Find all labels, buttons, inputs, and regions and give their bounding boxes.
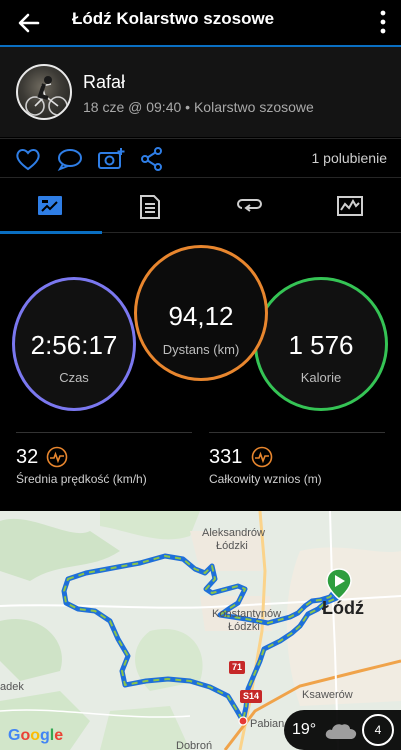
tab-stats[interactable] [0, 179, 100, 233]
divider [209, 432, 385, 433]
finish-marker[interactable] [238, 716, 248, 726]
add-photo-icon[interactable] [97, 146, 125, 172]
cyclist-photo [25, 76, 68, 116]
road-badge-s14: S14 [240, 690, 263, 703]
map-label-dobron: Dobroń [176, 740, 213, 750]
time-stat-circle: 2:56:17 Czas [12, 277, 136, 411]
back-arrow-icon[interactable] [14, 8, 44, 38]
social-actions-bar: 1 polubienie [0, 138, 401, 178]
pulse-icon [46, 446, 68, 468]
map-label-aleksandrow-2: Łódzki [216, 540, 248, 552]
calories-value: 1 576 [288, 330, 354, 360]
user-name[interactable]: Rafał [83, 72, 125, 93]
tab-details[interactable] [100, 179, 200, 233]
tab-charts[interactable] [300, 179, 400, 233]
app-bar: Łódź Kolarstwo szosowe [0, 0, 401, 46]
distance-stat-circle: 94,12 Dystans (km) [134, 245, 268, 381]
laps-tab-icon [237, 199, 262, 212]
wind-indicator: 4 [362, 714, 394, 746]
avg-speed-label: Średnia prędkość (km/h) [16, 472, 147, 486]
map-label-ksawerow: Ksawerów [302, 689, 353, 701]
time-label: Czas [59, 370, 89, 385]
route-map[interactable]: Aleksandrów Łódzki Konstantynów Łódzki Ł… [0, 511, 401, 750]
charts-tab-icon [337, 196, 363, 216]
map-label-lodz: Łódź [322, 598, 364, 618]
elevation-label: Całkowity wznios (m) [209, 472, 322, 486]
map-label-aleksandrow: Aleksandrów [202, 527, 265, 539]
activity-subtitle: 18 cze @ 09:40 • Kolarstwo szosowe [83, 99, 314, 115]
map-label-adek: adek [0, 681, 24, 693]
comment-icon[interactable] [56, 146, 84, 172]
share-icon[interactable] [138, 146, 166, 172]
weather-widget: 19° 4 [284, 710, 401, 750]
details-tab-icon [140, 195, 160, 219]
avg-speed-value: 32 [16, 446, 39, 468]
pulse-icon [251, 446, 273, 468]
calories-label: Kalorie [300, 370, 342, 385]
avatar[interactable] [16, 64, 72, 120]
page-title: Łódź Kolarstwo szosowe [72, 9, 275, 28]
heart-icon[interactable] [14, 146, 42, 172]
map-label-konstantynow-2: Łódzki [228, 621, 260, 633]
map-label-konstantynow: Konstantynów [212, 608, 282, 620]
calories-stat-circle: 1 576 Kalorie [254, 277, 388, 411]
distance-value: 94,12 [168, 301, 234, 331]
map-label-pabianice: Pabian [250, 718, 285, 730]
time-value: 2:56:17 [30, 330, 118, 360]
distance-label: Dystans (km) [162, 342, 240, 357]
tab-laps[interactable] [200, 179, 300, 233]
elevation-value: 331 [209, 446, 243, 468]
divider [16, 432, 192, 433]
weather-temperature: 19° [292, 721, 317, 738]
google-logo: Google [8, 727, 64, 744]
more-vert-icon[interactable] [379, 9, 387, 35]
cloud-icon [325, 724, 357, 739]
activity-header: Rafał 18 cze @ 09:40 • Kolarstwo szosowe [0, 47, 401, 137]
activity-tabs [0, 179, 401, 233]
likes-count[interactable]: 1 polubienie [311, 150, 387, 166]
road-badge-71: 71 [229, 661, 246, 674]
stats-tab-icon [38, 196, 62, 215]
